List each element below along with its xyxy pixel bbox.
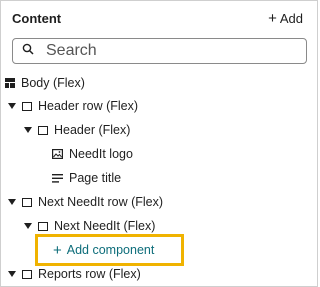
caret-down-icon[interactable] xyxy=(8,199,16,205)
tree-item-label: Next NeedIt (Flex) xyxy=(54,219,156,233)
tree-item-page-title[interactable]: Page title xyxy=(52,168,121,188)
tree-item-label: Header row (Flex) xyxy=(38,99,139,113)
tree-item-needit-logo[interactable]: NeedIt logo xyxy=(52,144,133,164)
layout-grid-icon xyxy=(5,78,15,88)
tree-item-header-row[interactable]: Header row (Flex) xyxy=(8,96,138,116)
add-button[interactable]: + Add xyxy=(268,11,303,26)
tree-item-label: NeedIt logo xyxy=(69,147,133,161)
panel-header: Content + Add xyxy=(12,10,306,30)
panel-title: Content xyxy=(12,11,62,26)
caret-down-icon[interactable] xyxy=(8,103,16,109)
caret-down-icon[interactable] xyxy=(8,271,16,277)
tree-item-label: Next NeedIt row (Flex) xyxy=(38,195,164,209)
tree-item-label: Reports row (Flex) xyxy=(38,267,141,281)
caret-down-icon[interactable] xyxy=(24,127,32,133)
plus-icon: + xyxy=(268,10,277,27)
search-icon xyxy=(22,42,34,60)
tree-item-label: Page title xyxy=(69,171,122,185)
container-icon xyxy=(22,269,32,279)
container-icon xyxy=(38,125,48,135)
add-component-label: Add component xyxy=(66,243,155,257)
caret-down-icon[interactable] xyxy=(24,223,32,229)
search-input[interactable] xyxy=(46,42,286,60)
tree-item-next-needit-row[interactable]: Next NeedIt row (Flex) xyxy=(8,192,163,212)
tree-item-body[interactable]: Body (Flex) xyxy=(5,73,85,93)
plus-icon: + xyxy=(53,241,62,259)
tree-item-label: Header (Flex) xyxy=(54,123,131,137)
image-icon xyxy=(52,149,63,159)
add-label: Add xyxy=(279,11,303,26)
container-icon xyxy=(22,101,32,111)
text-lines-icon xyxy=(52,173,63,183)
content-panel: Content + Add Body (Flex) Header ro xyxy=(0,0,318,287)
tree-item-header[interactable]: Header (Flex) xyxy=(24,120,130,140)
tree-item-label: Body (Flex) xyxy=(21,76,85,90)
tree-item-reports-row[interactable]: Reports row (Flex) xyxy=(8,264,141,284)
search-box[interactable] xyxy=(12,38,307,64)
container-icon xyxy=(22,197,32,207)
tree-item-next-needit[interactable]: Next NeedIt (Flex) xyxy=(24,216,155,236)
container-icon xyxy=(38,221,48,231)
add-component-link[interactable]: + Add component xyxy=(53,240,154,260)
